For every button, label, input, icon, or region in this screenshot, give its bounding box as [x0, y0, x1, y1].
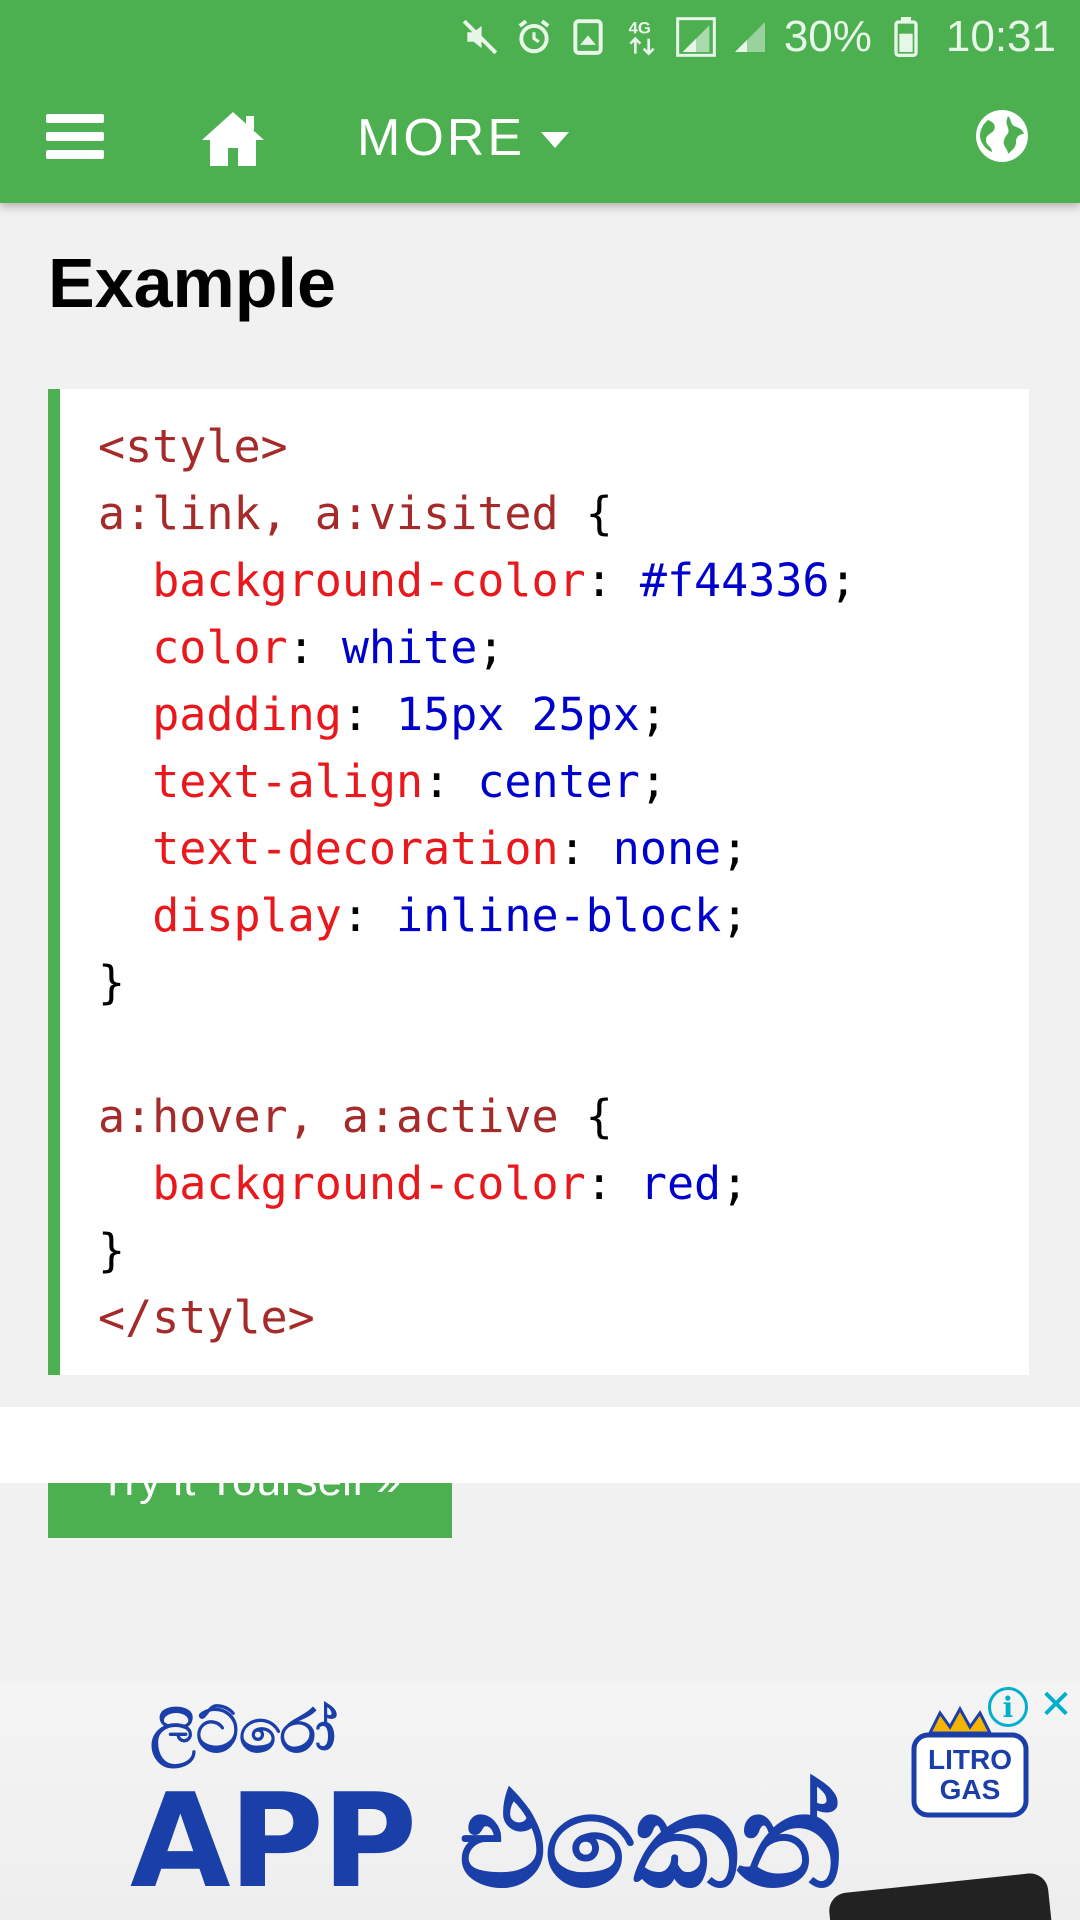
code-line: display: inline-block;	[152, 889, 749, 942]
code-line: }	[98, 956, 126, 1009]
code-block: <style> a:link, a:visited { background-c…	[98, 413, 857, 1351]
globe-icon[interactable]	[974, 108, 1030, 164]
mute-icon	[460, 17, 500, 57]
page-heading: Example	[48, 244, 336, 322]
4g-icon: 4G	[622, 17, 662, 57]
code-line: a:hover, a:active {	[98, 1090, 613, 1143]
content-divider	[0, 1407, 1080, 1483]
code-example-box: <style> a:link, a:visited { background-c…	[48, 389, 1029, 1375]
ad-banner[interactable]: ලිට්රෝ APP එකෙන් LITRO GAS i ✕	[0, 1683, 1080, 1920]
alarm-icon	[514, 17, 554, 57]
ad-small-text: ලිට්රෝ	[150, 1697, 336, 1767]
status-bar: 4G 30% 10:31	[0, 0, 1080, 75]
code-line: </style>	[98, 1291, 315, 1344]
ad-phone-image	[827, 1871, 1053, 1920]
code-line: <style>	[98, 420, 288, 473]
code-line: text-align: center;	[152, 755, 667, 808]
battery-icon	[886, 17, 926, 57]
svg-text:4G: 4G	[628, 19, 650, 38]
hamburger-menu-icon[interactable]	[46, 112, 106, 162]
code-line: padding: 15px 25px;	[152, 688, 667, 741]
code-line: a:link, a:visited {	[98, 487, 613, 540]
code-line: text-decoration: none;	[152, 822, 749, 875]
status-time: 10:31	[945, 12, 1056, 61]
signal-2-icon	[730, 17, 770, 57]
top-bar: 4G 30% 10:31 MORE	[0, 0, 1080, 203]
status-icons: 4G 30% 10:31	[460, 12, 1056, 62]
home-icon[interactable]	[200, 108, 266, 168]
close-icon[interactable]: ✕	[1036, 1683, 1076, 1727]
battery-percent: 30%	[783, 12, 872, 61]
more-menu-button[interactable]: MORE	[357, 108, 569, 168]
ad-headline: APP එකෙන්	[130, 1765, 842, 1917]
caret-down-icon	[541, 132, 569, 148]
code-line: color: white;	[152, 621, 505, 674]
top-nav: MORE	[0, 90, 1080, 185]
code-line: background-color: #f44336;	[152, 554, 857, 607]
info-icon[interactable]: i	[988, 1687, 1028, 1727]
signal-icon	[675, 17, 716, 57]
code-line: }	[98, 1224, 126, 1277]
data-saver-icon	[568, 17, 608, 57]
logo-line-2: GAS	[940, 1774, 1001, 1805]
logo-line-1: LITRO	[928, 1744, 1012, 1775]
code-line: background-color: red;	[152, 1157, 749, 1210]
more-label: MORE	[357, 109, 525, 167]
